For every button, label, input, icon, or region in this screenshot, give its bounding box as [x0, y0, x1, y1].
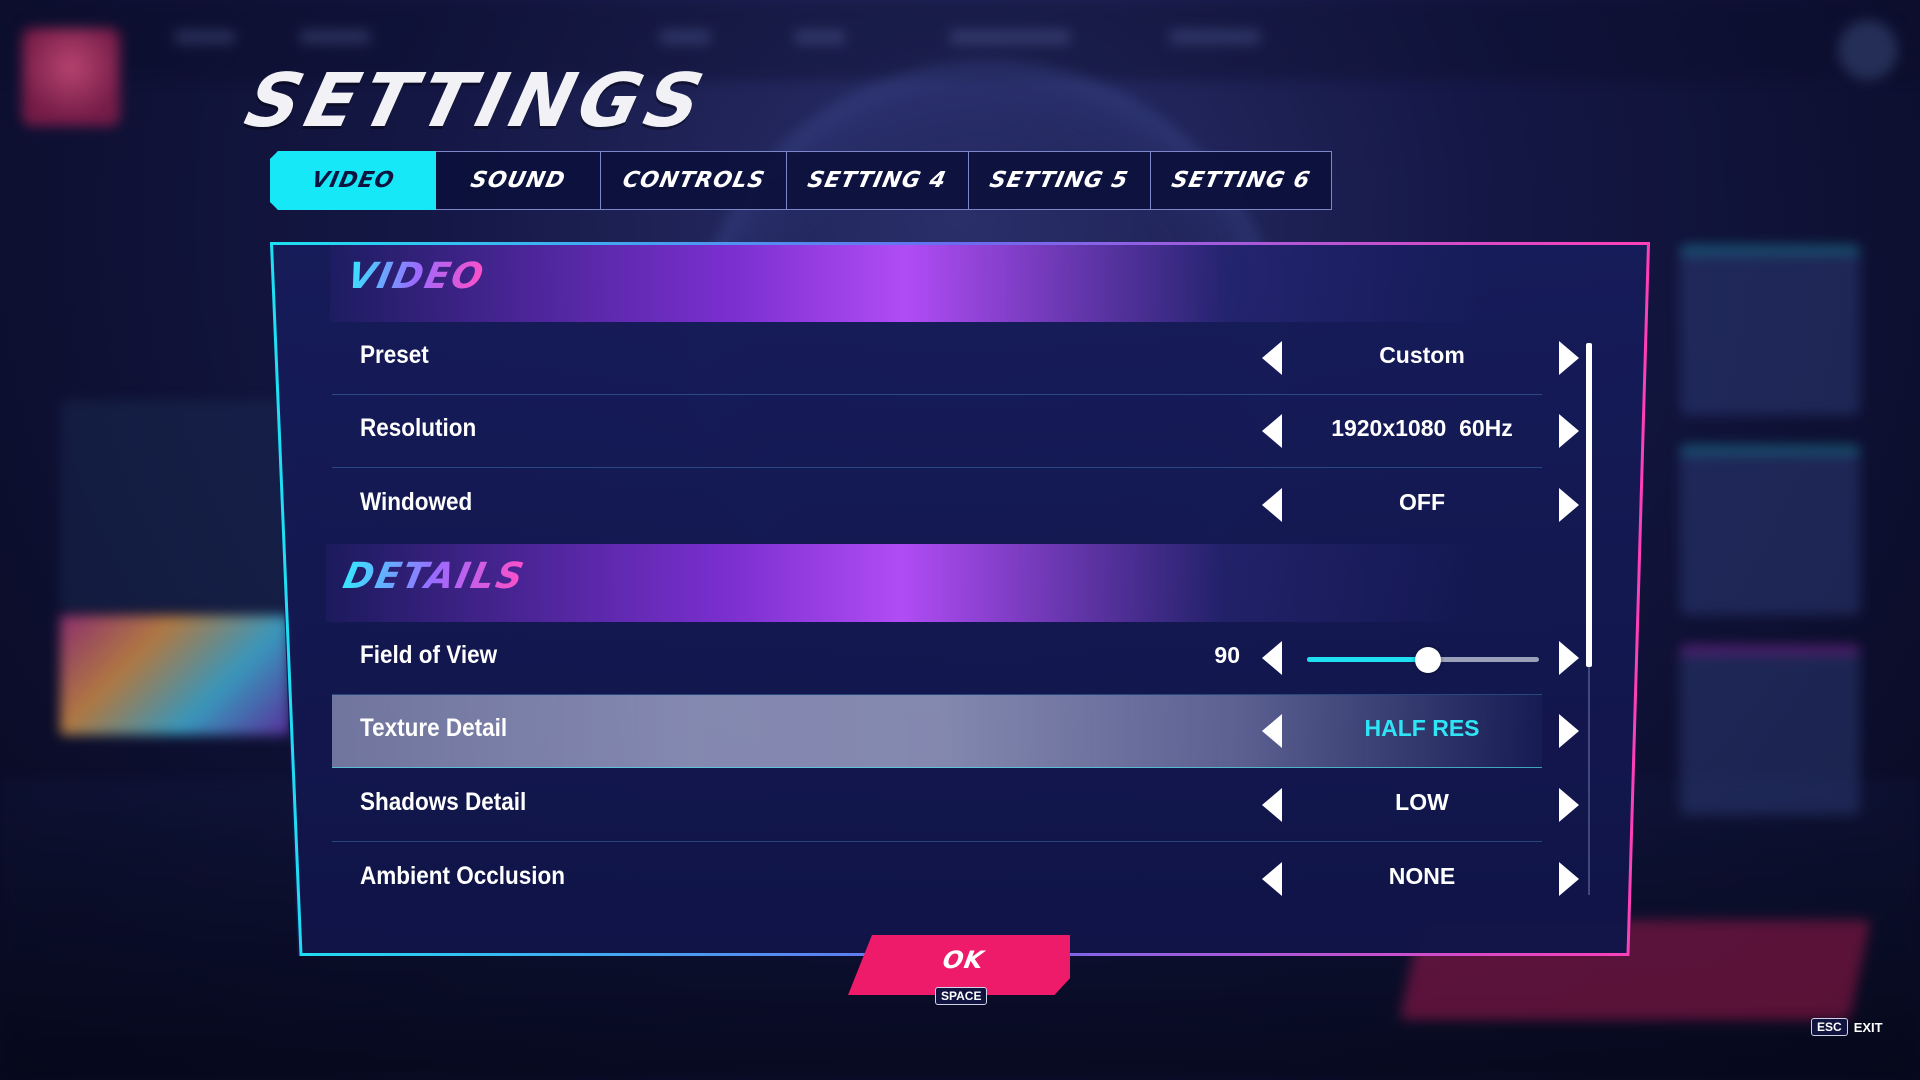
right-arrow-icon[interactable] [1557, 339, 1581, 377]
background-nav-item [660, 30, 710, 44]
setting-label: Preset [360, 341, 429, 369]
tab-setting-6[interactable]: SETTING 6 [1150, 151, 1332, 210]
tab-video[interactable]: VIDEO [270, 151, 436, 210]
setting-row-field-of-view[interactable]: Field of View 90 [332, 622, 1579, 695]
setting-value: LOW [1395, 789, 1449, 815]
fov-slider-thumb[interactable] [1414, 647, 1441, 673]
background-nav-item [300, 30, 370, 44]
section-header-details: DETAILS [326, 544, 1476, 622]
ok-button[interactable]: OK [848, 935, 1070, 995]
setting-value: NONE [1388, 863, 1456, 889]
setting-value: HALF RES [1364, 715, 1480, 741]
tab-controls[interactable]: CONTROLS [600, 151, 787, 210]
tab-label: SETTING 5 [987, 168, 1132, 193]
right-arrow-icon[interactable] [1557, 786, 1581, 824]
setting-label: Field of View [360, 641, 498, 669]
section-header-video: VIDEO [330, 244, 1480, 322]
background-nav-item [1170, 30, 1260, 44]
background-character-card [1680, 645, 1860, 815]
left-arrow-icon[interactable] [1260, 412, 1284, 450]
setting-label: Resolution [360, 414, 477, 442]
scrollbar-thumb[interactable] [1586, 343, 1592, 667]
exit-hint[interactable]: ESC EXIT [1811, 1018, 1883, 1036]
tab-label: SETTING 6 [1169, 168, 1313, 193]
tab-setting-4[interactable]: SETTING 4 [786, 151, 969, 210]
setting-row-preset[interactable]: Preset Custom [332, 322, 1579, 395]
fov-value: 90 [1214, 642, 1240, 668]
fov-slider[interactable] [1307, 647, 1539, 673]
background-character-card [1680, 445, 1860, 615]
section-title: DETAILS [339, 556, 529, 597]
background-left-card [60, 400, 290, 610]
tab-label: SETTING 4 [805, 168, 950, 193]
tab-setting-5[interactable]: SETTING 5 [968, 151, 1151, 210]
settings-panel: VIDEO Preset Custom Resolution 1920x1080… [270, 242, 1650, 956]
settings-tabs: VIDEO SOUND CONTROLS SETTING 4 SETTING 5… [270, 151, 1332, 210]
section-title: VIDEO [343, 256, 489, 297]
tab-label: VIDEO [309, 168, 397, 193]
setting-row-resolution[interactable]: Resolution 1920x1080 60Hz [332, 395, 1579, 468]
setting-value: Custom [1379, 342, 1465, 368]
page-title: SETTINGS [237, 58, 717, 144]
left-arrow-icon[interactable] [1260, 786, 1284, 824]
background-nav-item [795, 30, 845, 44]
setting-value: OFF [1399, 489, 1445, 515]
left-arrow-icon[interactable] [1260, 339, 1284, 377]
background-nav-item [950, 30, 1070, 44]
space-key-hint: SPACE [935, 987, 988, 1005]
setting-label: Windowed [360, 488, 473, 516]
setting-label: Texture Detail [360, 714, 508, 742]
setting-value: 1920x1080 60Hz [1331, 415, 1513, 441]
right-arrow-icon[interactable] [1557, 712, 1581, 750]
background-character-card [1680, 245, 1860, 415]
setting-label: Ambient Occlusion [360, 862, 566, 890]
left-arrow-icon[interactable] [1260, 860, 1284, 898]
background-left-image [60, 615, 290, 735]
setting-row-ambient-occlusion[interactable]: Ambient Occlusion NONE [332, 843, 1579, 915]
setting-row-windowed[interactable]: Windowed OFF [332, 469, 1579, 541]
fov-slider-fill [1307, 657, 1428, 662]
right-arrow-icon[interactable] [1557, 860, 1581, 898]
setting-label: Shadows Detail [360, 788, 527, 816]
exit-label: EXIT [1853, 1019, 1883, 1035]
right-arrow-icon[interactable] [1557, 412, 1581, 450]
player-avatar [22, 28, 120, 126]
tab-sound[interactable]: SOUND [435, 151, 601, 210]
left-arrow-icon[interactable] [1260, 486, 1284, 524]
esc-key-hint: ESC [1811, 1018, 1848, 1036]
tab-label: SOUND [468, 168, 568, 193]
left-arrow-icon[interactable] [1260, 639, 1284, 677]
gear-icon [1838, 20, 1898, 80]
setting-row-shadows-detail[interactable]: Shadows Detail LOW [332, 769, 1579, 842]
setting-row-texture-detail[interactable]: Texture Detail HALF RES [332, 695, 1579, 768]
left-arrow-icon[interactable] [1260, 712, 1284, 750]
tab-label: CONTROLS [619, 168, 768, 193]
ok-button-label: OK [940, 946, 986, 974]
right-arrow-icon[interactable] [1557, 486, 1581, 524]
background-nav-item [175, 30, 235, 44]
right-arrow-icon[interactable] [1557, 639, 1581, 677]
